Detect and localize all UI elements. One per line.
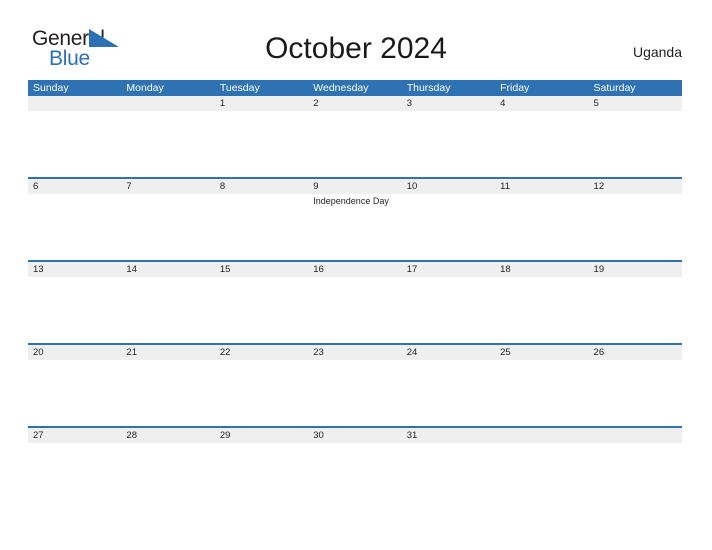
day-cell[interactable] <box>28 111 121 177</box>
week-date-strip: 20 21 22 23 24 25 26 <box>28 343 682 360</box>
day-cell[interactable] <box>589 443 682 509</box>
weekday-header-tuesday: Tuesday <box>219 82 260 94</box>
week-event-row: Independence Day <box>28 194 682 260</box>
day-cell[interactable] <box>121 277 214 343</box>
day-number[interactable]: 22 <box>215 345 308 360</box>
day-number[interactable]: 24 <box>402 345 495 360</box>
day-number-empty <box>28 96 121 111</box>
day-cell[interactable] <box>308 443 401 509</box>
day-cell[interactable] <box>121 360 214 426</box>
day-cell[interactable] <box>28 277 121 343</box>
day-cell[interactable] <box>121 443 214 509</box>
day-cell[interactable] <box>402 277 495 343</box>
calendar-week-row: 6 7 8 9 10 11 12 Independence Day <box>28 177 682 260</box>
day-cell[interactable] <box>28 443 121 509</box>
day-cell[interactable] <box>308 111 401 177</box>
day-number[interactable]: 15 <box>215 262 308 277</box>
day-cell[interactable] <box>215 194 308 260</box>
calendar-week-row: 12345 <box>28 96 682 177</box>
day-cell[interactable] <box>495 443 588 509</box>
country-label: Uganda <box>632 44 682 60</box>
day-cell[interactable] <box>215 443 308 509</box>
week-event-row <box>28 360 682 426</box>
day-cell[interactable] <box>215 360 308 426</box>
week-event-row <box>28 443 682 509</box>
weekday-header-row: Sunday Monday Tuesday Wednesday Thursday… <box>28 80 682 96</box>
day-cell[interactable] <box>402 443 495 509</box>
day-cell[interactable] <box>495 111 588 177</box>
day-cell[interactable] <box>495 360 588 426</box>
day-cell[interactable] <box>28 360 121 426</box>
day-cell[interactable] <box>402 111 495 177</box>
day-number[interactable]: 26 <box>589 345 682 360</box>
day-cell[interactable] <box>589 360 682 426</box>
day-cell[interactable] <box>308 360 401 426</box>
calendar-grid: Sunday Monday Tuesday Wednesday Thursday… <box>28 80 682 509</box>
day-cell[interactable] <box>121 111 214 177</box>
day-number[interactable]: 17 <box>402 262 495 277</box>
day-cell[interactable] <box>402 194 495 260</box>
day-number[interactable]: 12 <box>589 179 682 194</box>
calendar-week-row: 27 28 29 30 31 <box>28 426 682 509</box>
day-number[interactable]: 23 <box>308 345 401 360</box>
weekday-header-saturday: Saturday <box>593 82 636 94</box>
day-number[interactable]: 8 <box>215 179 308 194</box>
day-cell[interactable] <box>402 360 495 426</box>
weekday-header-thursday: Thursday <box>406 82 451 94</box>
day-cell[interactable] <box>121 194 214 260</box>
day-number[interactable]: 1 <box>215 96 308 111</box>
week-event-row <box>28 111 682 177</box>
day-number[interactable]: 4 <box>495 96 588 111</box>
day-cell[interactable] <box>589 194 682 260</box>
day-number[interactable]: 3 <box>402 96 495 111</box>
day-number[interactable]: 14 <box>121 262 214 277</box>
page-title: October 2024 <box>265 32 447 65</box>
page-header: General Blue October 2024 Uganda <box>0 0 712 80</box>
week-date-strip: 12345 <box>28 96 682 111</box>
weekday-header-monday: Monday <box>126 82 164 94</box>
day-number[interactable]: 5 <box>589 96 682 111</box>
day-number[interactable]: 10 <box>402 179 495 194</box>
holiday-label: Independence Day <box>313 196 389 206</box>
day-number[interactable]: 18 <box>495 262 588 277</box>
day-number[interactable]: 30 <box>308 428 401 443</box>
weekday-header-wednesday: Wednesday <box>313 82 369 94</box>
day-number[interactable]: 9 <box>308 179 401 194</box>
calendar-week-row: 13 14 15 16 17 18 19 <box>28 260 682 343</box>
weekday-header-sunday: Sunday <box>33 82 69 94</box>
day-cell[interactable] <box>589 111 682 177</box>
day-cell[interactable] <box>215 277 308 343</box>
day-cell[interactable] <box>495 277 588 343</box>
day-number-empty <box>121 96 214 111</box>
day-number[interactable]: 13 <box>28 262 121 277</box>
day-number[interactable]: 16 <box>308 262 401 277</box>
day-number[interactable]: 20 <box>28 345 121 360</box>
day-number[interactable]: 6 <box>28 179 121 194</box>
week-event-row <box>28 277 682 343</box>
day-cell[interactable]: Independence Day <box>308 194 401 260</box>
day-cell[interactable] <box>308 277 401 343</box>
day-number[interactable]: 25 <box>495 345 588 360</box>
day-number[interactable]: 29 <box>215 428 308 443</box>
calendar-weeks: 1 2 3 4 5 6 7 8 9 10 11 12 Independence Day 13 14 15 16 1… <box>28 96 682 509</box>
day-number[interactable]: 19 <box>589 262 682 277</box>
day-cell[interactable] <box>495 194 588 260</box>
day-number-empty <box>495 428 588 443</box>
week-date-strip: 13 14 15 16 17 18 19 <box>28 260 682 277</box>
day-number[interactable]: 2 <box>308 96 401 111</box>
day-number-empty <box>589 428 682 443</box>
day-cell[interactable] <box>215 111 308 177</box>
day-number[interactable]: 21 <box>121 345 214 360</box>
day-number[interactable]: 11 <box>495 179 588 194</box>
day-number[interactable]: 7 <box>121 179 214 194</box>
day-cell[interactable] <box>28 194 121 260</box>
day-number[interactable]: 28 <box>121 428 214 443</box>
day-number[interactable]: 27 <box>28 428 121 443</box>
day-number[interactable]: 31 <box>402 428 495 443</box>
day-cell[interactable] <box>589 277 682 343</box>
week-date-strip: 6 7 8 9 10 11 12 <box>28 177 682 194</box>
calendar-week-row: 20 21 22 23 24 25 26 <box>28 343 682 426</box>
weekday-header-friday: Friday <box>500 82 530 94</box>
week-date-strip: 27 28 29 30 31 <box>28 426 682 443</box>
